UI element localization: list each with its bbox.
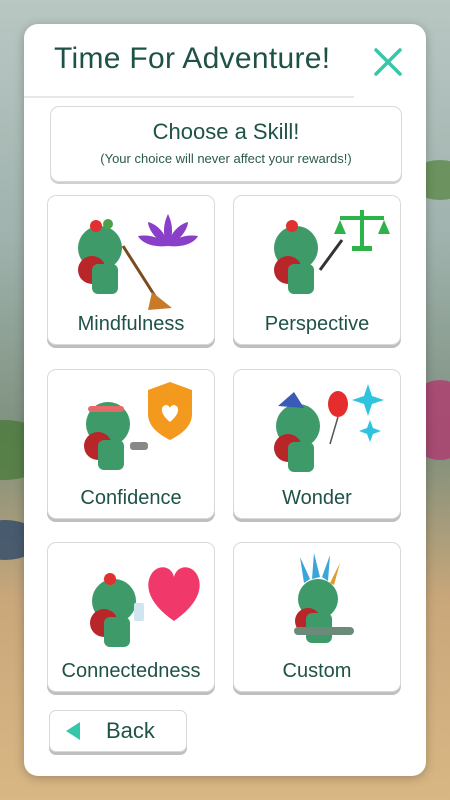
skill-card-connectedness[interactable]: Connectedness bbox=[47, 542, 215, 692]
heart-icon bbox=[148, 567, 200, 621]
back-arrow-icon bbox=[66, 722, 80, 740]
skill-card-mindfulness[interactable]: Mindfulness bbox=[47, 195, 215, 345]
skill-card-confidence[interactable]: Confidence bbox=[47, 369, 215, 519]
skill-label: Wonder bbox=[282, 487, 352, 509]
choose-skill-subtext: (Your choice will never affect your rewa… bbox=[100, 151, 352, 166]
lotus-icon bbox=[138, 214, 198, 247]
skill-label: Connectedness bbox=[61, 660, 201, 682]
close-button[interactable] bbox=[368, 42, 408, 82]
balloon-sparkle-icon bbox=[328, 384, 384, 445]
skill-label: Perspective bbox=[264, 313, 370, 335]
skill-card-wonder[interactable]: Wonder bbox=[233, 369, 401, 519]
skill-label: Confidence bbox=[80, 487, 182, 509]
skill-card-perspective[interactable]: Perspective bbox=[233, 195, 401, 345]
skill-card-custom[interactable]: Custom bbox=[233, 542, 401, 692]
skill-label: Mindfulness bbox=[77, 313, 185, 335]
modal-title: Time For Adventure! bbox=[54, 42, 331, 75]
choose-skill-heading: Choose a Skill! bbox=[152, 119, 300, 144]
adventure-modal: Time For Adventure! Choose a Skill! (You… bbox=[24, 24, 426, 776]
modal-header: Time For Adventure! bbox=[24, 24, 426, 96]
header-divider bbox=[24, 96, 354, 98]
close-icon bbox=[374, 48, 402, 76]
back-button[interactable]: Back bbox=[49, 710, 187, 752]
skill-label: Custom bbox=[282, 660, 352, 682]
feather-headdress-icon bbox=[300, 553, 340, 585]
choose-skill-panel: Choose a Skill! (Your choice will never … bbox=[50, 106, 402, 182]
scales-icon bbox=[334, 210, 390, 251]
shield-heart-icon bbox=[148, 382, 192, 440]
back-label: Back bbox=[106, 718, 155, 743]
